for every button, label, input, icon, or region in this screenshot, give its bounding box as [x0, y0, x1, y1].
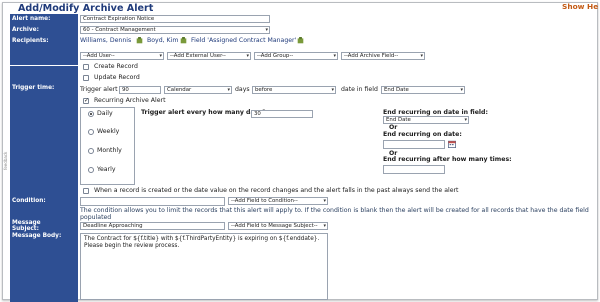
create-record-checkbox[interactable] [83, 64, 89, 70]
dropdown-arrow-icon: ▾ [227, 87, 230, 93]
condition-input[interactable] [80, 197, 225, 206]
label-recipients: Recipients: [12, 38, 49, 44]
recurring-alert-checkbox[interactable] [83, 97, 89, 104]
dropdown-arrow-icon: ▾ [265, 27, 268, 33]
recurring-alert-label: Recurring Archive Alert [94, 97, 166, 104]
add-group-select[interactable]: --Add Group-- ▾ [254, 52, 338, 60]
frequency-daily-label: Daily [97, 110, 113, 117]
frequency-yearly-label: Yearly [97, 166, 116, 173]
trigger-date-field-select[interactable]: End Date ▾ [381, 86, 465, 94]
recipient-williams[interactable]: Williams, Dennis [80, 37, 131, 44]
page-title: Add/Modify Archive Alert [18, 3, 154, 14]
label-message-body: Message Body: [12, 233, 62, 239]
alert-name-input[interactable]: Contract Expiration Notice [80, 15, 270, 23]
recipient-boyd[interactable]: Boyd, Kim [147, 37, 178, 44]
before-after-select[interactable]: before ▾ [252, 86, 336, 94]
every-how-many-label: Trigger alert every how many days? [141, 109, 266, 116]
dropdown-arrow-icon: ▾ [159, 53, 162, 59]
frequency-monthly-label: Monthly [97, 147, 122, 154]
add-external-user-select[interactable]: --Add External User-- ▾ [167, 52, 251, 60]
dropdown-arrow-icon: ▾ [333, 53, 336, 59]
dropdown-arrow-icon: ▾ [323, 223, 326, 229]
or-label-1: Or [389, 124, 398, 131]
label-condition: Condition: [12, 198, 46, 204]
update-record-checkbox[interactable] [83, 75, 89, 81]
message-body-textarea[interactable]: The Contract for ${f.title} with ${f.Thi… [80, 233, 328, 300]
dropdown-arrow-icon: ▾ [323, 198, 326, 204]
days-label: days [235, 86, 250, 93]
end-on-field-select[interactable]: End Date ▾ [383, 116, 469, 124]
update-record-label: Update Record [94, 74, 140, 81]
end-on-date-input[interactable] [383, 140, 445, 149]
always-send-checkbox[interactable] [83, 188, 89, 194]
frequency-daily-radio[interactable] [88, 111, 94, 117]
label-archive: Archive: [12, 27, 39, 33]
add-field-to-condition-select[interactable]: --Add Field to Condition-- ▾ [228, 197, 328, 205]
archive-select[interactable]: 60 - Contract Management ▾ [80, 26, 270, 34]
add-archive-field-select[interactable]: --Add Archive Field-- ▾ [341, 52, 425, 60]
contact-card-icon[interactable] [136, 37, 143, 44]
label-column-bottom [10, 66, 78, 302]
label-trigger-time: Trigger time: [12, 85, 55, 91]
side-feedback-tab[interactable]: feedback [3, 140, 9, 170]
dropdown-arrow-icon: ▾ [420, 53, 423, 59]
create-record-label: Create Record [94, 63, 138, 70]
calendar-select[interactable]: Calendar ▾ [164, 86, 232, 94]
end-on-field-label: End recurring on date in field: [383, 109, 488, 116]
recipient-field[interactable]: Field 'Assigned Contract Manager' [191, 37, 296, 44]
contact-card-icon[interactable] [180, 37, 187, 44]
date-in-field-label: date in field [341, 86, 378, 93]
dropdown-arrow-icon: ▾ [331, 87, 334, 93]
condition-help-text: The condition allows you to limit the re… [80, 207, 589, 221]
dropdown-arrow-icon: ▾ [246, 53, 249, 59]
dropdown-arrow-icon: ▾ [464, 117, 467, 123]
frequency-yearly-radio[interactable] [88, 167, 94, 173]
frequency-monthly-radio[interactable] [88, 148, 94, 154]
end-on-date-label: End recurring on date: [383, 131, 462, 138]
label-alert-name: Alert name: [12, 16, 51, 22]
trigger-days-input[interactable]: 90 [119, 86, 161, 94]
label-message-subject: Message Subject: [12, 220, 41, 232]
add-user-select[interactable]: --Add User-- ▾ [80, 52, 164, 60]
recurring-panel-divider [134, 107, 378, 185]
add-field-to-subject-select[interactable]: --Add Field to Message Subject-- ▾ [228, 222, 328, 230]
frequency-weekly-radio[interactable] [88, 129, 94, 135]
end-after-label: End recurring after how many times: [383, 156, 512, 163]
trigger-alert-label: Trigger alert [80, 86, 118, 93]
every-how-many-input[interactable]: 30 [251, 110, 313, 118]
calendar-icon[interactable] [448, 140, 456, 148]
dropdown-arrow-icon: ▾ [460, 87, 463, 93]
always-send-label: When a record is created or the date val… [94, 187, 459, 194]
frequency-weekly-label: Weekly [97, 128, 120, 135]
contact-card-icon[interactable] [297, 37, 304, 44]
end-after-input[interactable] [383, 165, 445, 174]
message-subject-input[interactable]: Deadline Approaching [80, 222, 225, 230]
show-help-link[interactable]: Show He [562, 2, 598, 11]
